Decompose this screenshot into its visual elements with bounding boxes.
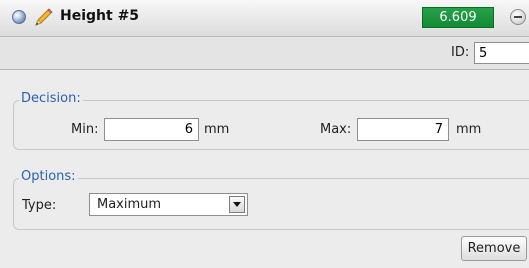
- min-label: Min:: [71, 122, 99, 137]
- min-input[interactable]: [104, 118, 199, 141]
- remove-button[interactable]: Remove: [461, 236, 527, 261]
- max-label: Max:: [320, 122, 352, 137]
- status-dot-icon[interactable]: [12, 10, 26, 24]
- options-legend: Options:: [19, 169, 78, 184]
- id-bar: ID:: [0, 37, 529, 70]
- decision-legend: Decision:: [19, 91, 83, 106]
- measurement-title: Height #5: [60, 8, 140, 24]
- max-unit-label: mm: [456, 122, 482, 137]
- type-select[interactable]: Maximum: [89, 193, 248, 216]
- minus-circle-icon[interactable]: [510, 9, 526, 25]
- id-input[interactable]: [474, 42, 529, 64]
- min-unit-label: mm: [204, 122, 230, 137]
- id-label: ID:: [451, 45, 470, 60]
- pencil-icon[interactable]: [32, 7, 54, 29]
- measurement-value-badge: 6.609: [422, 7, 494, 28]
- max-input[interactable]: [357, 118, 449, 141]
- title-bar: Height #5 6.609: [0, 0, 529, 37]
- type-label: Type:: [22, 198, 57, 213]
- type-select-value: Maximum: [97, 197, 162, 212]
- chevron-down-icon[interactable]: [229, 196, 245, 213]
